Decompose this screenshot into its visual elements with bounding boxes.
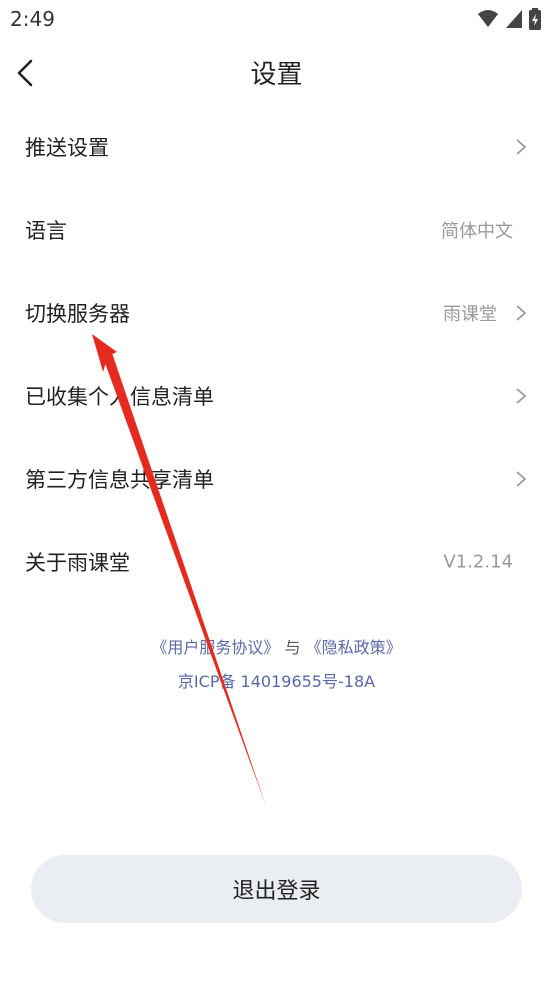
settings-item-third-party-list[interactable]: 第三方信息共享清单 [0, 437, 553, 520]
logout-button[interactable]: 退出登录 [31, 855, 522, 923]
settings-item-label: 第三方信息共享清单 [25, 467, 214, 492]
settings-item-language[interactable]: 语言 简体中文 [0, 188, 553, 271]
chevron-right-icon [516, 138, 527, 155]
icp-record: 京ICP备 14019655号-18A [177, 672, 376, 691]
chevron-right-icon [516, 304, 527, 321]
status-time: 2:49 [10, 7, 55, 31]
status-icons [477, 8, 541, 30]
settings-item-label: 切换服务器 [25, 301, 130, 326]
settings-item-push[interactable]: 推送设置 [0, 105, 553, 188]
version-text: V1.2.14 [443, 551, 513, 572]
settings-item-label: 关于雨课堂 [25, 550, 130, 575]
links-conjunction: 与 [284, 638, 301, 657]
user-agreement-link[interactable]: 《用户服务协议》 [151, 638, 279, 657]
wifi-icon [478, 10, 498, 27]
settings-item-value: 简体中文 [441, 220, 513, 242]
settings-item-label: 语言 [25, 218, 67, 243]
nav-bar: 设置 [0, 38, 553, 108]
chevron-right-icon [516, 387, 527, 404]
chevron-right-icon [516, 470, 527, 487]
page-title: 设置 [250, 60, 303, 90]
privacy-policy-link[interactable]: 《隐私政策》 [306, 638, 402, 657]
settings-item-about[interactable]: 关于雨课堂 V1.2.14 [0, 520, 553, 603]
settings-item-label: 已收集个人信息清单 [25, 384, 214, 409]
settings-list: 推送设置 语言 简体中文 切换服务器 雨课堂 已收集个人信息清单 第三方信息共享… [0, 105, 553, 603]
settings-item-value: 雨课堂 [443, 303, 497, 325]
battery-icon [529, 8, 541, 30]
legal-links: 《用户服务协议》 与 《隐私政策》 京ICP备 14019655号-18A [0, 636, 553, 692]
settings-item-server[interactable]: 切换服务器 雨课堂 [0, 271, 553, 354]
status-bar: 2:49 [0, 0, 553, 38]
settings-item-personal-info-list[interactable]: 已收集个人信息清单 [0, 354, 553, 437]
signal-icon [506, 10, 522, 28]
settings-item-label: 推送设置 [25, 135, 109, 160]
